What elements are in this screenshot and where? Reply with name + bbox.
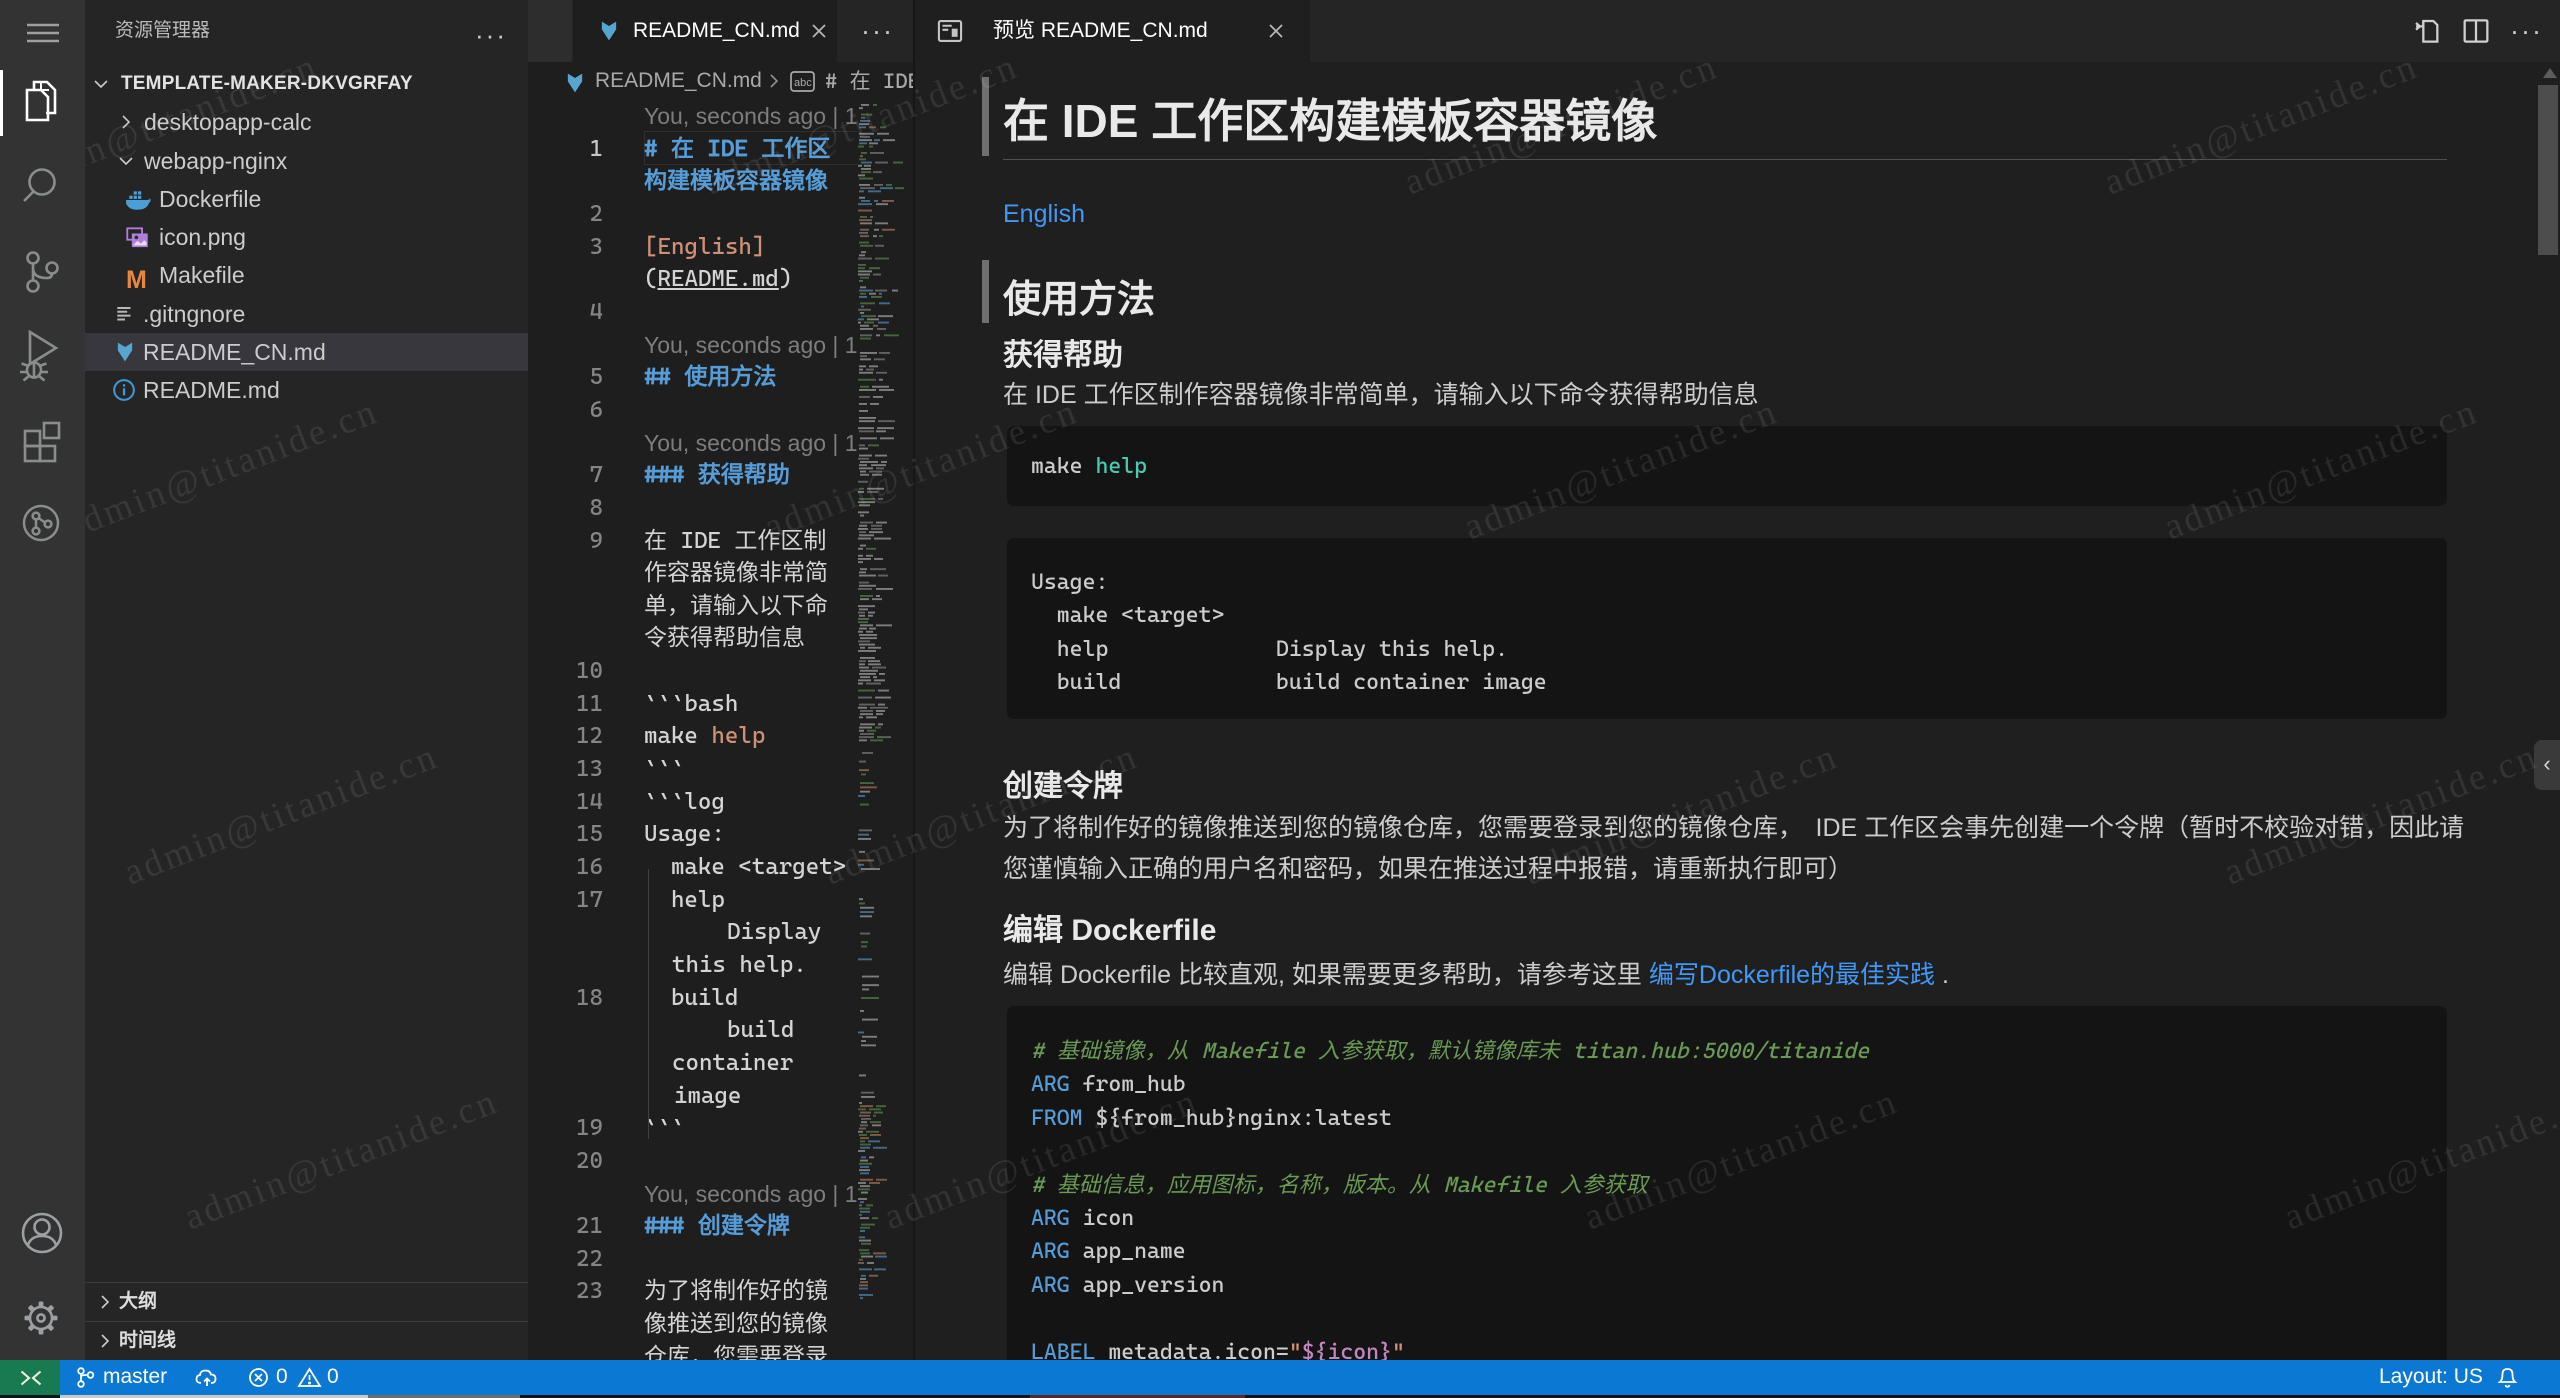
- svg-text:abc: abc: [794, 77, 812, 89]
